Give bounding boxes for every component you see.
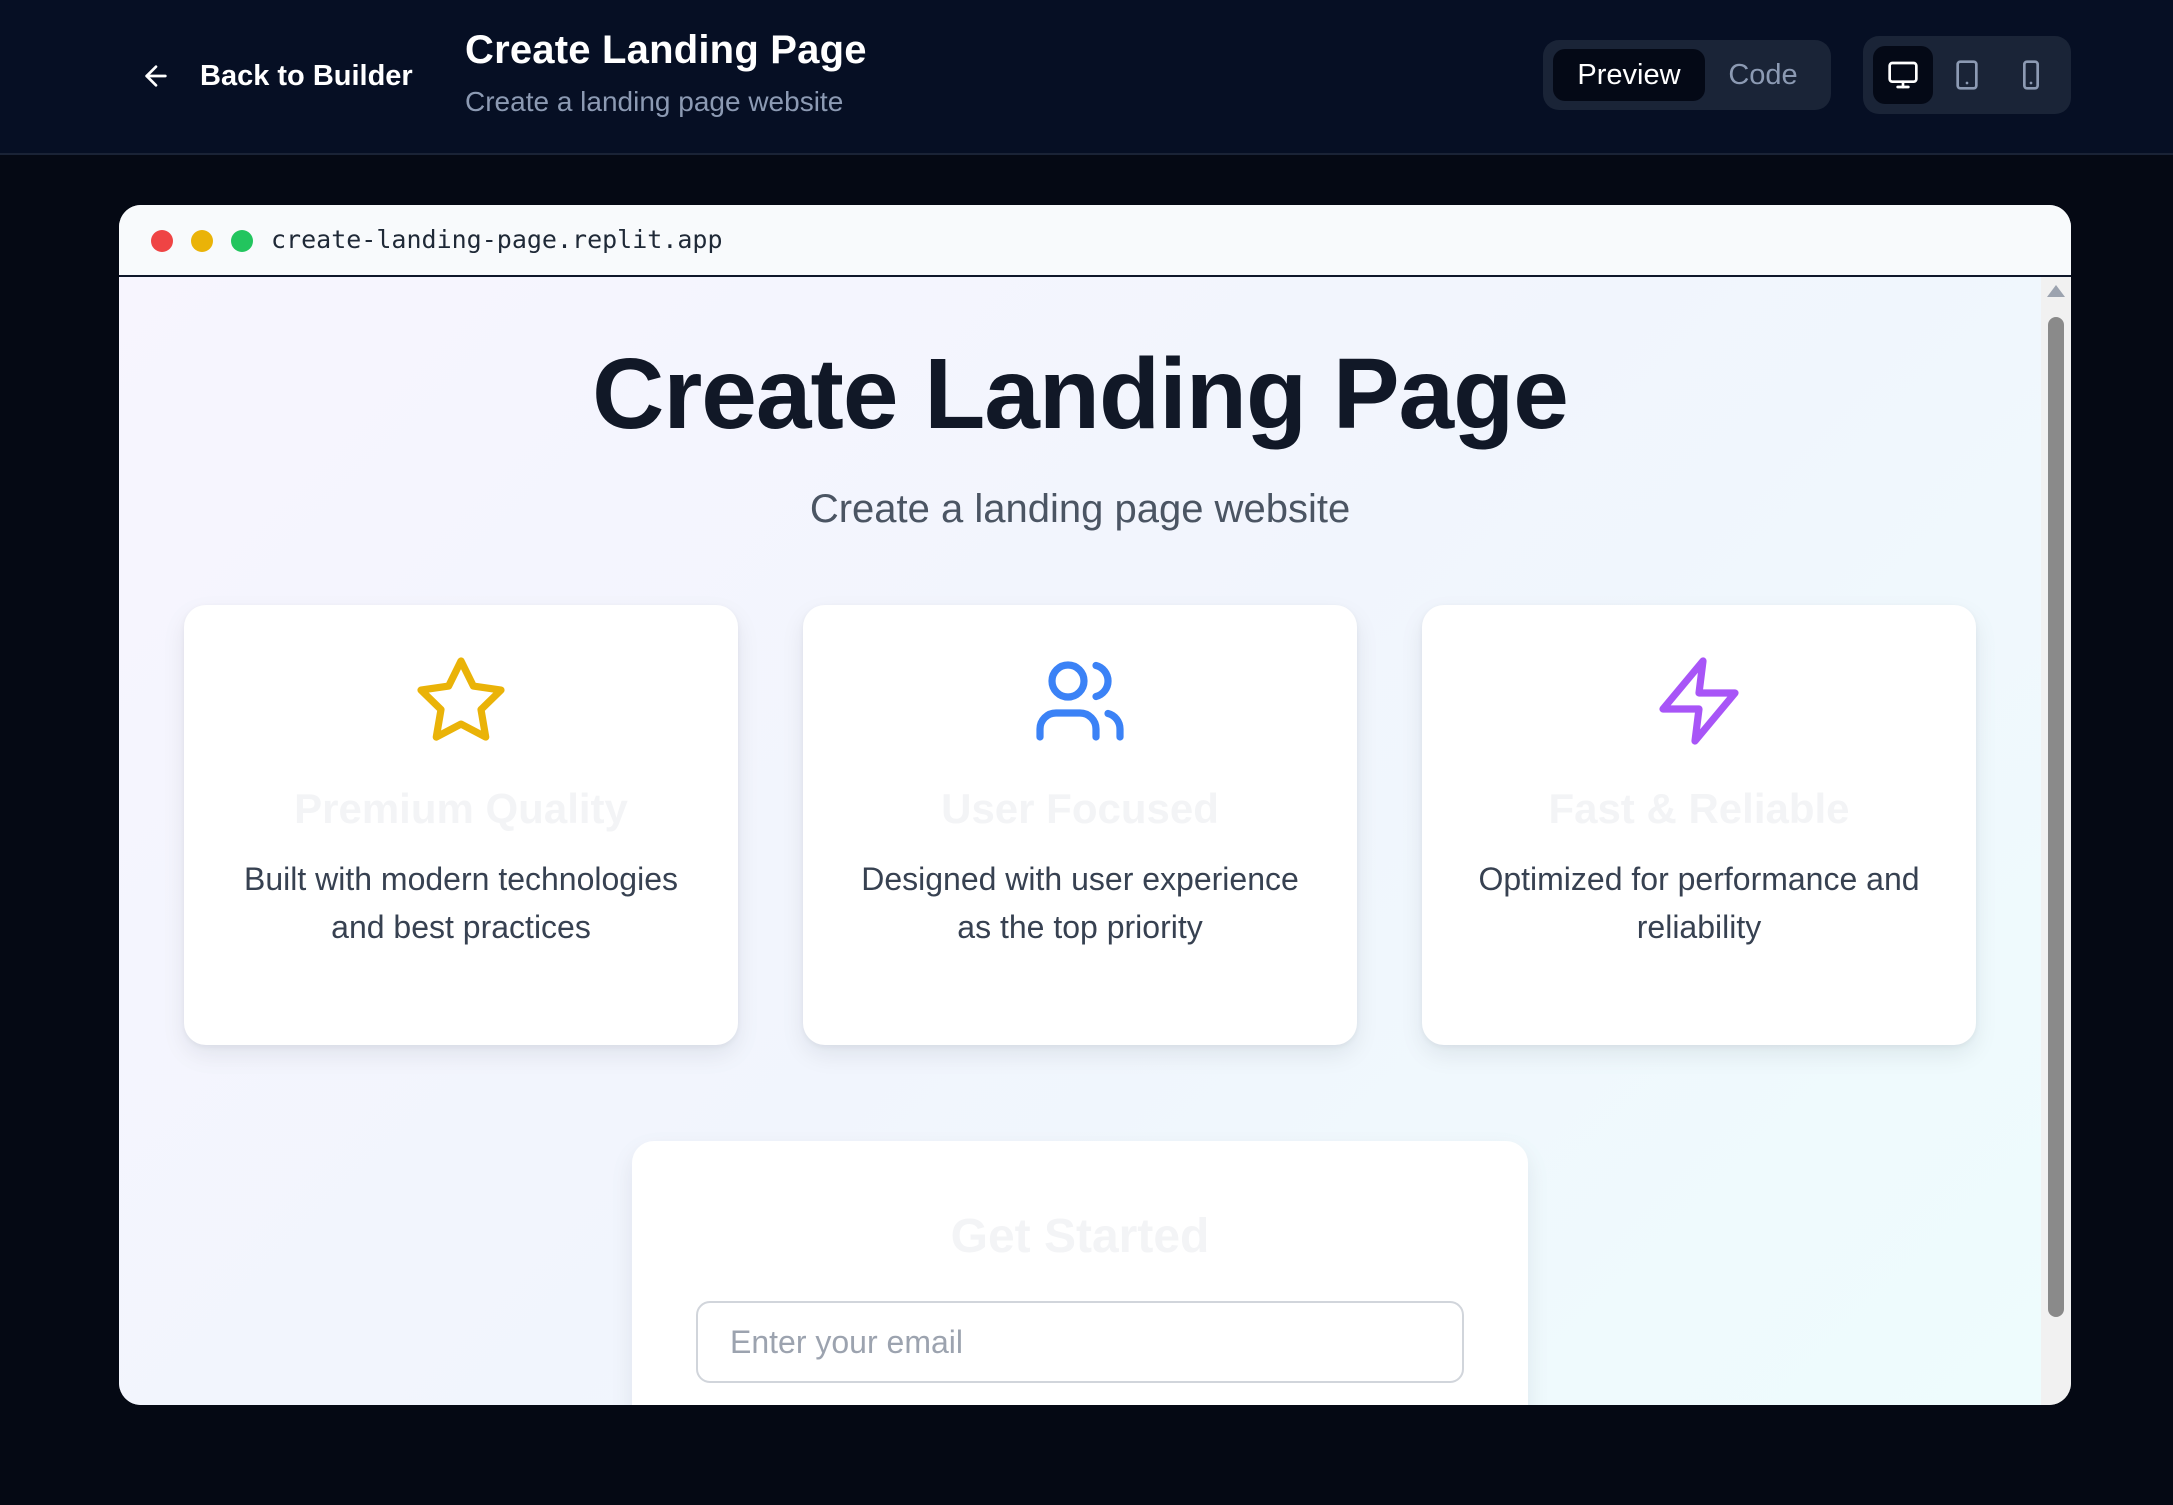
preview-scrollbar[interactable] <box>2041 277 2071 1405</box>
get-started-title: Get Started <box>950 1210 1210 1263</box>
feature-card-user-focused: User Focused Designed with user experien… <box>803 605 1357 1045</box>
top-bar: Back to Builder Create Landing Page Crea… <box>0 0 2173 155</box>
code-tab[interactable]: Code <box>1705 49 1821 101</box>
browser-preview-frame: create-landing-page.replit.app Create La… <box>119 205 2071 1405</box>
view-toggle: Preview Code <box>1543 40 1831 110</box>
feature-title: User Focused <box>941 785 1219 832</box>
feature-description: Built with modern technologies and best … <box>243 861 678 945</box>
back-to-builder-button[interactable]: Back to Builder <box>140 52 413 100</box>
project-subtitle: Create a landing page website <box>465 86 844 117</box>
tablet-view-button[interactable] <box>1937 46 1997 104</box>
desktop-view-button[interactable] <box>1873 46 1933 104</box>
maximize-dot <box>231 230 253 252</box>
close-dot <box>151 230 173 252</box>
url-bar: create-landing-page.replit.app <box>271 225 723 254</box>
device-switcher <box>1863 36 2071 114</box>
hero-title: Create Landing Page <box>592 338 1569 450</box>
mobile-view-button[interactable] <box>2001 46 2061 104</box>
back-to-builder-label: Back to Builder <box>200 59 413 92</box>
feature-title: Fast & Reliable <box>1548 785 1850 832</box>
preview-viewport: Create Landing Page Create a landing pag… <box>119 277 2041 1405</box>
mobile-icon <box>2023 60 2039 90</box>
project-title: Create Landing Page <box>465 28 867 72</box>
email-input[interactable] <box>696 1301 1464 1383</box>
arrow-left-icon <box>145 65 167 87</box>
scroll-up-arrow-icon[interactable] <box>2047 285 2065 297</box>
feature-description: Designed with user experience as the top… <box>861 861 1299 945</box>
zap-icon <box>1651 653 1747 749</box>
minimize-dot <box>191 230 213 252</box>
get-started-card: Get Started <box>632 1141 1528 1405</box>
feature-card-premium-quality: Premium Quality Built with modern techno… <box>184 605 738 1045</box>
feature-title: Premium Quality <box>294 785 628 832</box>
preview-tab[interactable]: Preview <box>1553 49 1705 101</box>
star-icon <box>413 653 509 749</box>
feature-card-fast-reliable: Fast & Reliable Optimized for performanc… <box>1422 605 1976 1045</box>
browser-chrome: create-landing-page.replit.app <box>119 205 2071 277</box>
desktop-icon <box>1888 61 1918 89</box>
hero-subtitle: Create a landing page website <box>809 487 1351 531</box>
scrollbar-thumb[interactable] <box>2048 317 2064 1317</box>
feature-description: Optimized for performance and reliabilit… <box>1478 861 1920 945</box>
users-icon <box>1032 653 1128 749</box>
tablet-icon <box>1956 60 1978 90</box>
